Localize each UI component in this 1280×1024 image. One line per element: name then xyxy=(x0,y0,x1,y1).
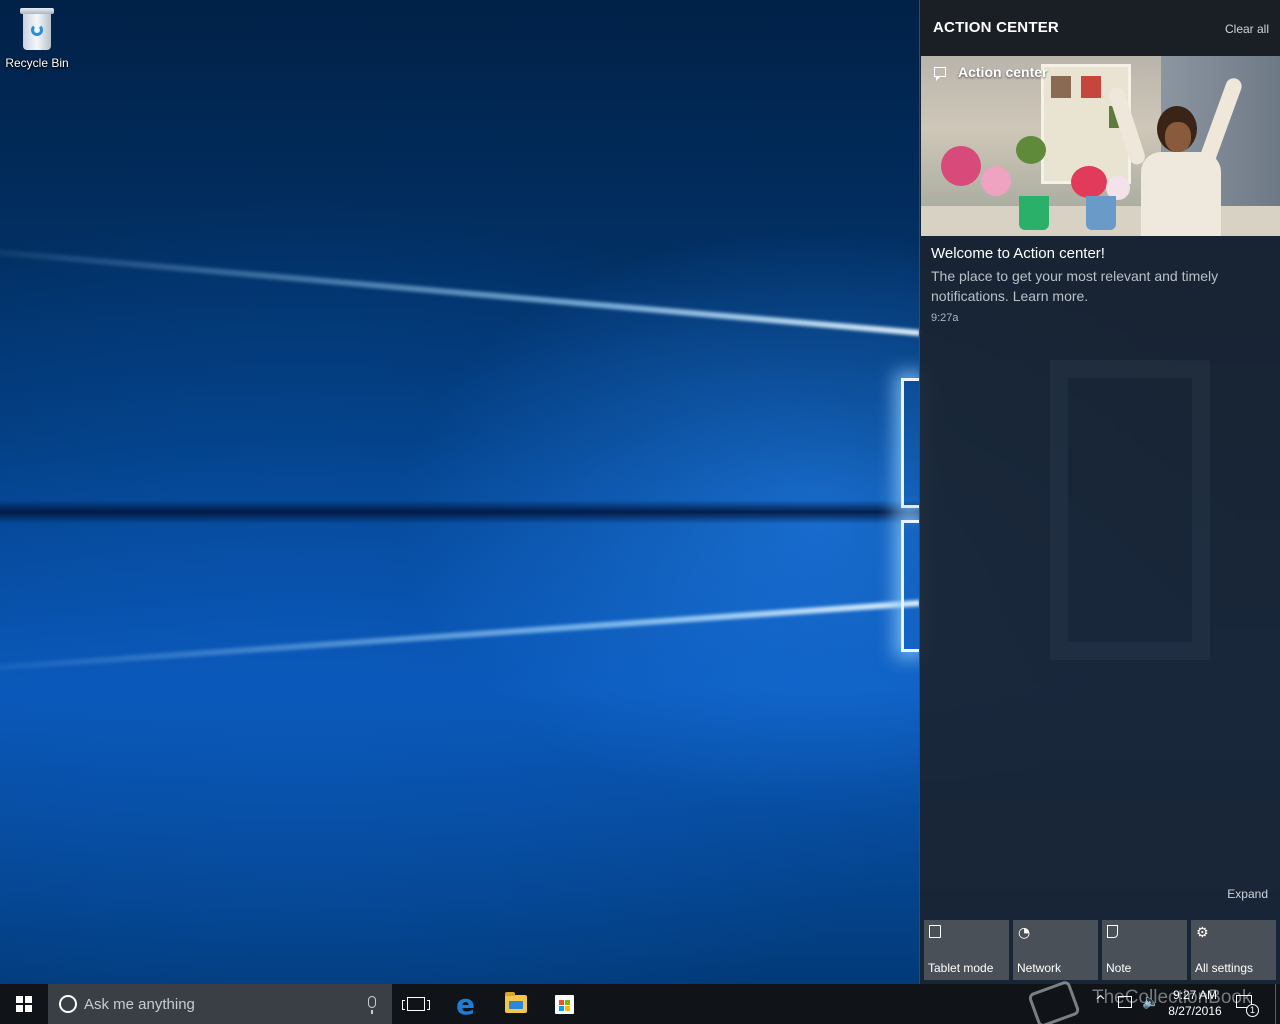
task-view-button[interactable] xyxy=(392,984,440,1024)
recycle-bin-icon xyxy=(18,6,56,52)
quick-action-label: Network xyxy=(1017,961,1062,975)
tablet-mode-icon xyxy=(929,925,941,938)
action-center-header: ACTION CENTER Clear all xyxy=(920,0,1280,56)
expand-button[interactable]: Expand xyxy=(1227,887,1268,901)
clock-date: 8/27/2016 xyxy=(1168,1004,1222,1018)
wallpaper-band xyxy=(0,500,920,524)
notification-hero-image[interactable] xyxy=(921,56,1280,236)
edge-icon: e xyxy=(456,988,475,1021)
edge-button[interactable]: e xyxy=(443,984,491,1024)
network-icon: ◔ xyxy=(1018,925,1031,941)
show-desktop-button[interactable] xyxy=(1275,984,1280,1024)
quick-action-note[interactable]: Note xyxy=(1102,920,1187,980)
start-button[interactable] xyxy=(0,984,48,1024)
notification-count-badge: 1 xyxy=(1246,1004,1259,1017)
file-explorer-icon xyxy=(505,992,527,1013)
notification-app-header[interactable]: Action center xyxy=(932,64,1048,81)
chat-bubble-icon xyxy=(934,67,946,81)
quick-action-label: Tablet mode xyxy=(928,961,994,975)
notification-time: 9:27a xyxy=(931,312,959,324)
microphone-icon[interactable] xyxy=(368,996,376,1014)
store-icon xyxy=(555,995,574,1014)
action-center-panel: ACTION CENTER Clear all Expand xyxy=(919,0,1280,984)
clear-all-button[interactable]: Clear all xyxy=(1225,22,1269,36)
desktop-icon-label: Recycle Bin xyxy=(5,56,69,70)
notification-body: The place to get your most relevant and … xyxy=(931,268,1219,304)
show-hidden-icons-button[interactable]: ^ xyxy=(1095,994,1106,1024)
desktop-icon-recycle-bin[interactable]: Recycle Bin xyxy=(4,6,70,70)
taskbar: e TheCollectionBook ^ 🔈 9:27 AM 8/27/201… xyxy=(0,979,1280,1024)
quick-action-network[interactable]: ◔ Network xyxy=(1013,920,1098,980)
notification-app-name: Action center xyxy=(958,64,1048,80)
gear-icon: ⚙ xyxy=(1196,925,1209,941)
network-tray-icon[interactable] xyxy=(1118,996,1132,1008)
quick-action-all-settings[interactable]: ⚙ All settings xyxy=(1191,920,1276,980)
quick-action-label: All settings xyxy=(1195,961,1254,975)
search-input[interactable] xyxy=(84,995,354,1013)
clock[interactable]: 9:27 AM 8/27/2016 xyxy=(1164,987,1226,1019)
search-box[interactable] xyxy=(48,984,392,1024)
note-icon xyxy=(1107,925,1118,938)
windows-logo-icon xyxy=(16,996,32,1012)
book-icon xyxy=(1027,979,1081,1024)
quick-action-tablet-mode[interactable]: Tablet mode xyxy=(924,920,1009,980)
task-view-icon xyxy=(402,997,430,1011)
notification-card[interactable]: Welcome to Action center! The place to g… xyxy=(931,245,1266,324)
wallpaper-ghost xyxy=(1050,360,1210,660)
cortana-icon xyxy=(59,995,77,1013)
store-button[interactable] xyxy=(540,984,588,1024)
action-center-title: ACTION CENTER xyxy=(933,19,1059,36)
window-pane-glow xyxy=(901,520,919,652)
clock-time: 9:27 AM xyxy=(1172,988,1218,1002)
quick-actions: Tablet mode ◔ Network Note ⚙ All setting… xyxy=(924,920,1276,980)
window-pane-glow xyxy=(901,378,919,508)
volume-icon[interactable]: 🔈 xyxy=(1142,994,1159,1024)
file-explorer-button[interactable] xyxy=(491,984,539,1024)
light-beam xyxy=(0,600,921,676)
light-beam xyxy=(0,242,921,336)
quick-action-label: Note xyxy=(1106,961,1132,975)
notification-title: Welcome to Action center! xyxy=(931,245,1105,262)
